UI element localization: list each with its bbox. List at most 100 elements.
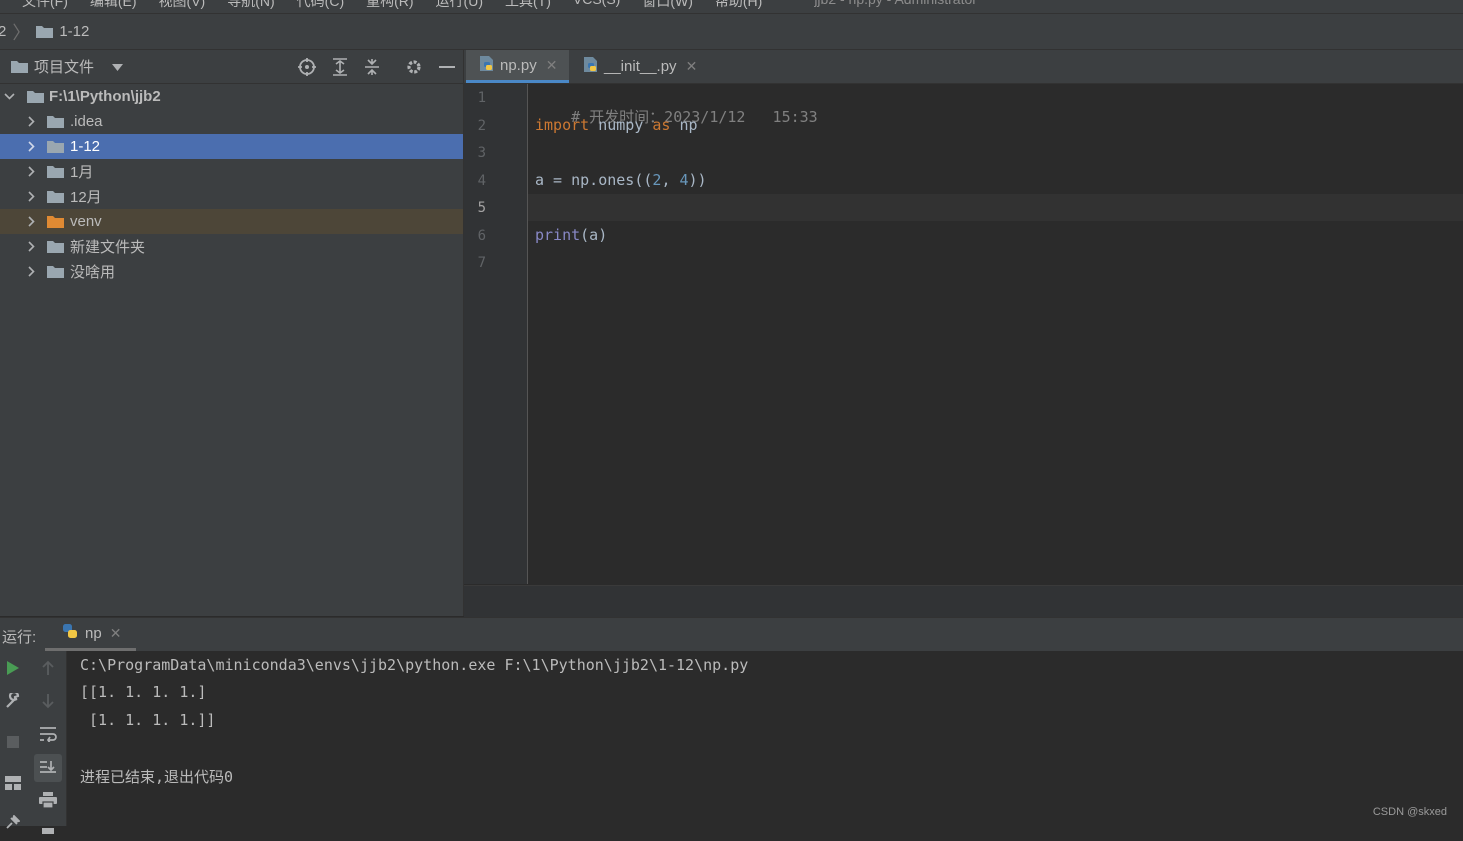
tree-item-label: 1月 — [70, 164, 94, 181]
folder-icon — [47, 140, 64, 153]
menu-code[interactable]: 代码(C) — [297, 0, 344, 11]
chevron-right-icon[interactable] — [24, 166, 38, 177]
current-line-highlight — [528, 194, 1463, 221]
pin-icon[interactable] — [2, 811, 24, 833]
print-icon[interactable] — [37, 789, 59, 811]
scroll-to-end-icon[interactable] — [34, 754, 62, 782]
wrench-icon[interactable] — [2, 690, 24, 712]
line-number-current: 5 — [477, 200, 486, 216]
rerun-icon[interactable] — [2, 657, 24, 679]
excluded-folder-icon — [47, 215, 64, 228]
menu-file[interactable]: 文件(F) — [22, 0, 68, 11]
tree-item-1-12[interactable]: 1-12 — [0, 134, 463, 159]
module-name: numpy — [589, 116, 653, 134]
python-file-icon — [478, 55, 495, 76]
folder-icon — [11, 60, 28, 73]
menu-run[interactable]: 运行(U) — [436, 0, 483, 11]
code-line-4[interactable]: a = np.ones((2, 4)) — [535, 171, 707, 189]
tree-item-idea[interactable]: .idea — [0, 109, 463, 134]
editor-tabs: np.py ✕ __init__.py ✕ — [464, 50, 1463, 84]
folder-icon — [36, 25, 54, 38]
python-icon — [61, 622, 79, 644]
run-panel-label: 运行: — [2, 629, 37, 646]
tree-root-label: F:\1\Python\jjb2 — [49, 88, 161, 105]
tree-item-label: venv — [70, 213, 102, 230]
folder-icon — [47, 240, 64, 253]
hide-panel-icon[interactable] — [437, 57, 457, 77]
code-line-6[interactable]: print(a) — [535, 226, 607, 244]
close-icon[interactable]: ✕ — [110, 625, 122, 642]
soft-wrap-icon[interactable] — [37, 723, 59, 745]
chevron-down-icon[interactable] — [2, 93, 16, 100]
watermark: CSDN @skxed — [1372, 806, 1447, 818]
breadcrumb-project[interactable]: 2 — [0, 23, 6, 40]
code-line-2[interactable]: import numpy as np — [535, 116, 698, 134]
menu-vcs[interactable]: VCS(S) — [573, 0, 620, 11]
line-number: 2 — [477, 118, 486, 134]
folder-icon — [47, 265, 64, 278]
tab-np-py[interactable]: np.py ✕ — [466, 50, 569, 83]
editor-breadcrumb-bar — [464, 585, 1463, 617]
arrow-up-icon[interactable] — [37, 657, 59, 679]
tree-root[interactable]: F:\1\Python\jjb2 — [0, 84, 463, 109]
gear-icon[interactable] — [404, 57, 424, 77]
module-alias: np — [670, 116, 698, 134]
editor: np.py ✕ __init__.py ✕ 1 2 3 4 5 6 7 # 开发… — [464, 50, 1463, 617]
python-file-icon — [582, 56, 599, 77]
chevron-right-icon[interactable] — [24, 116, 38, 127]
tree-item-new-folder[interactable]: 新建文件夹 — [0, 234, 463, 259]
tree-item-useless[interactable]: 没啥用 — [0, 259, 463, 284]
line-number: 7 — [477, 255, 486, 271]
menu-edit[interactable]: 编辑(E) — [90, 0, 137, 11]
tree-item-1yue[interactable]: 1月 — [0, 159, 463, 184]
menu-window[interactable]: 窗口(W) — [642, 0, 693, 11]
menu-help[interactable]: 帮助(H) — [715, 0, 762, 11]
folder-icon — [27, 90, 44, 103]
code-text: (a) — [580, 226, 608, 244]
menu-view[interactable]: 视图(V) — [159, 0, 206, 11]
code-text: a = np.ones(( — [535, 171, 653, 189]
tab-init-py[interactable]: __init__.py ✕ — [572, 50, 704, 83]
chevron-right-icon[interactable] — [24, 216, 38, 227]
trash-icon[interactable] — [37, 819, 59, 841]
chevron-right-icon[interactable] — [24, 191, 38, 202]
folder-icon — [47, 115, 64, 128]
locate-icon[interactable] — [297, 57, 317, 77]
project-panel-header: 项目文件 — [0, 50, 463, 84]
tree-item-label: .idea — [70, 113, 103, 130]
menu-refactor[interactable]: 重构(R) — [366, 0, 413, 11]
breadcrumb: 2 〉 1-12 — [0, 14, 1463, 50]
menu-bar: 文件(F) 编辑(E) 视图(V) 导航(N) 代码(C) 重构(R) 运行(U… — [0, 0, 1463, 14]
close-icon[interactable]: ✕ — [686, 58, 698, 75]
stop-icon[interactable] — [2, 731, 24, 753]
chevron-right-icon[interactable] — [24, 141, 38, 152]
chevron-right-icon[interactable] — [24, 241, 38, 252]
run-toolbar — [0, 651, 67, 834]
breadcrumb-current[interactable]: 1-12 — [59, 23, 89, 40]
tree-item-12yue[interactable]: 12月 — [0, 184, 463, 209]
chevron-right-icon[interactable] — [24, 266, 38, 277]
project-view-selector[interactable]: 项目文件 — [11, 56, 124, 77]
expand-all-icon[interactable] — [330, 57, 350, 77]
console-line: [[1. 1. 1. 1.] — [80, 683, 207, 701]
chevron-right-icon: 〉 — [12, 22, 31, 43]
line-number-gutter: 1 2 3 4 5 6 7 — [464, 84, 528, 584]
layout-icon[interactable] — [2, 772, 24, 794]
project-panel: 项目文件 F:\1\Python\jjb2 .idea 1-12 1月 12月 … — [0, 50, 464, 616]
tree-item-label: 1-12 — [70, 138, 101, 155]
project-panel-title: 项目文件 — [34, 59, 95, 76]
line-number: 1 — [477, 90, 486, 106]
collapse-all-icon[interactable] — [362, 57, 382, 77]
close-icon[interactable]: ✕ — [546, 57, 558, 74]
run-tab-label: np — [85, 624, 102, 642]
console-output[interactable]: C:\ProgramData\miniconda3\envs\jjb2\pyth… — [67, 651, 1463, 826]
menu-navigate[interactable]: 导航(N) — [227, 0, 274, 11]
menu-tools[interactable]: 工具(T) — [505, 0, 551, 11]
tab-run-np[interactable]: np ✕ — [45, 618, 136, 651]
code-text: , — [661, 171, 680, 189]
console-line: C:\ProgramData\miniconda3\envs\jjb2\pyth… — [80, 656, 749, 674]
tree-item-venv[interactable]: venv — [0, 209, 463, 234]
window-title: jjb2 - np.py - Administrator — [814, 0, 977, 11]
tab-label: np.py — [500, 56, 537, 74]
arrow-down-icon[interactable] — [37, 690, 59, 712]
